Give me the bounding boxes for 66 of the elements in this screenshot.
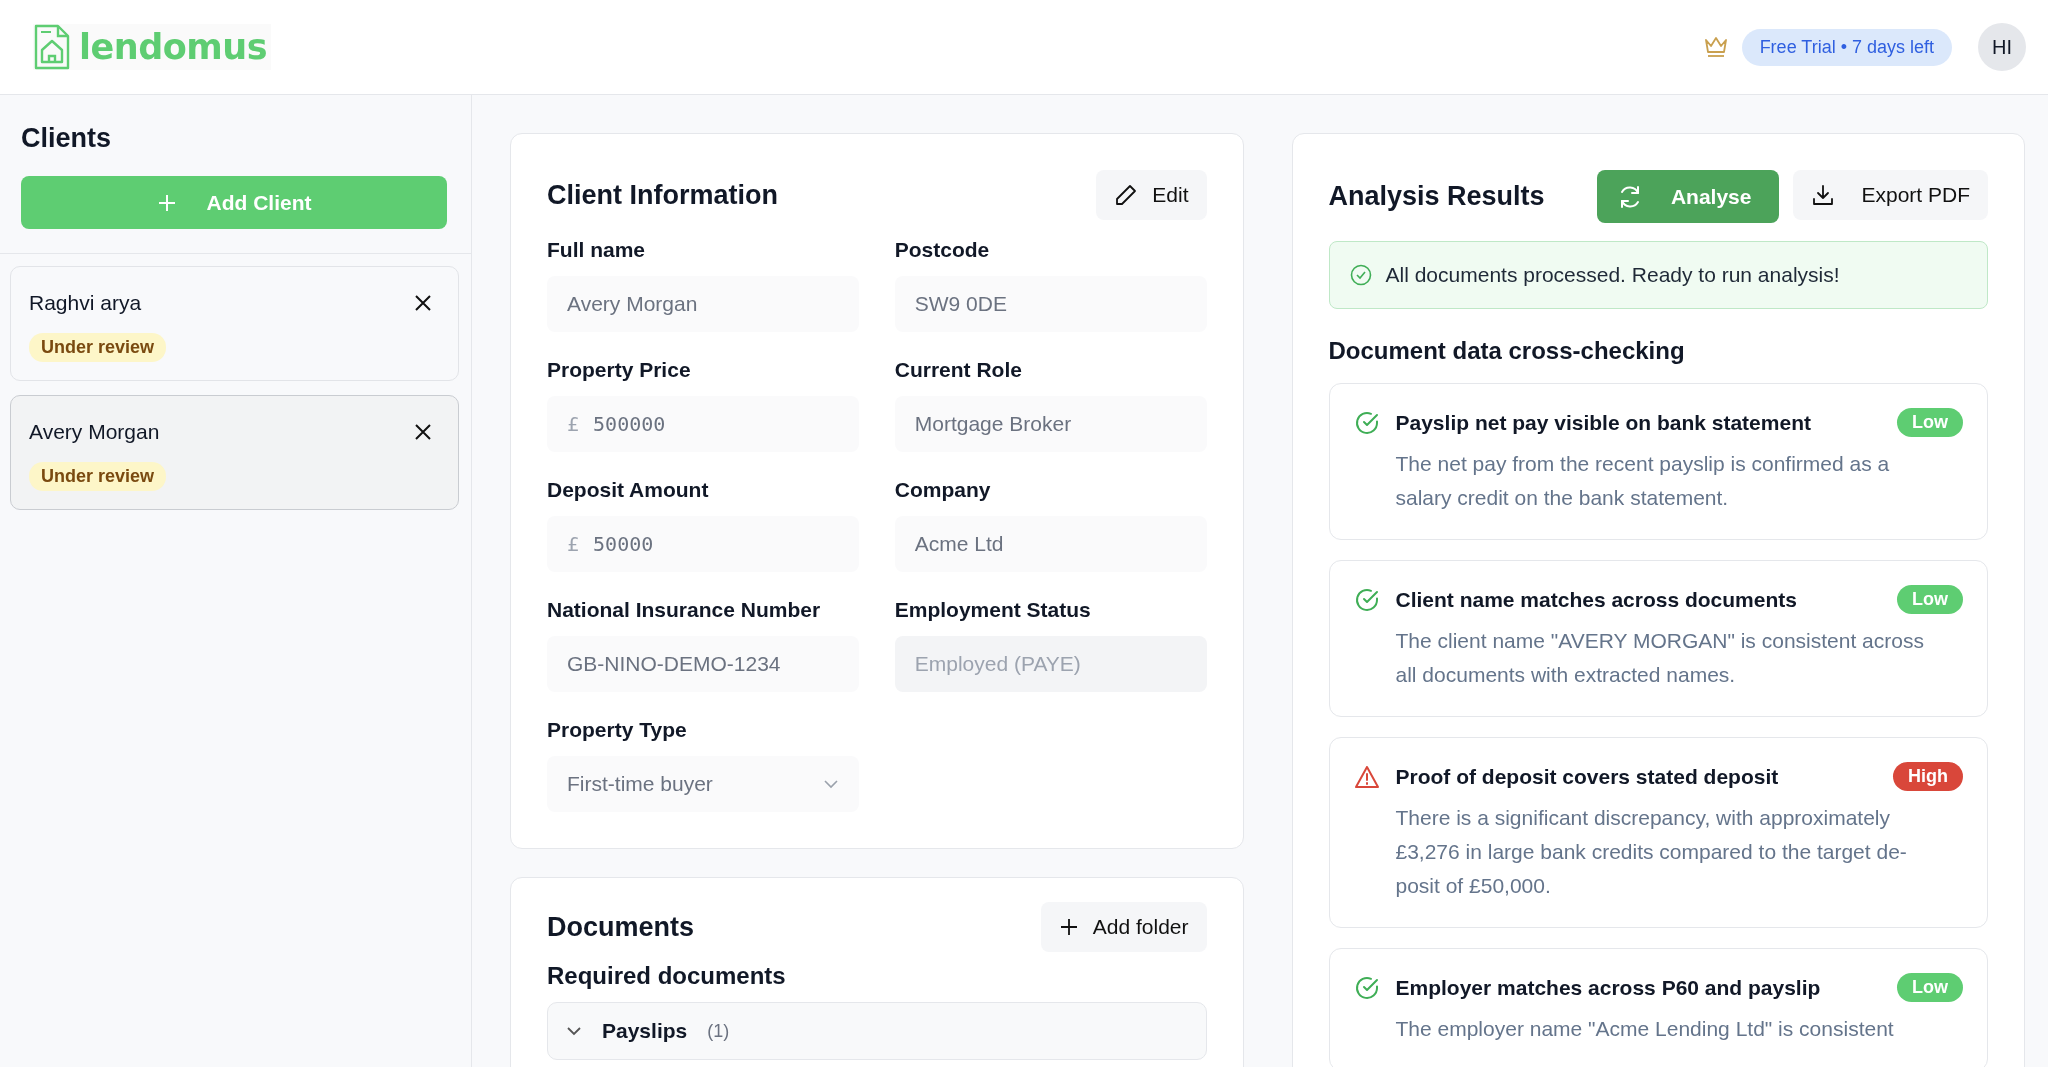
field-label: Employment Status [894,598,1092,622]
plus-icon [1058,917,1079,937]
logo-text: lendomus [79,27,267,67]
client-item[interactable]: Avery Morgan Under review [10,395,459,510]
input-field[interactable]: First-time buyer [547,756,859,812]
input-field[interactable]: £ 50000 [547,516,859,572]
trial-badge[interactable]: Free Trial • 7 days left [1741,28,1952,66]
card-title: Client Information [547,179,778,211]
close-icon[interactable] [414,294,432,312]
input-field[interactable]: Acme Ltd [894,516,1207,572]
field-label: Property Type [547,718,688,742]
document-house-icon [33,24,71,70]
status-badge: Under review [29,333,167,362]
folder-count: (1) [707,1020,730,1042]
analyse-button[interactable]: Analyse [1596,170,1780,223]
add-folder-button[interactable]: Add folder [1040,902,1207,952]
chevron-down-icon [822,779,839,789]
card-title: Documents [547,911,695,943]
plus-icon [156,192,177,213]
field-label: Company [894,478,992,502]
client-name: Raghvi arya [29,291,142,315]
input-field[interactable]: SW9 0DE [894,276,1207,332]
field-label: Current Role [894,358,1023,382]
field-label: Postcode [894,238,991,262]
check-title: Payslip net pay visible on bank statement [1395,410,1811,435]
crown-icon [1703,36,1728,58]
input-field[interactable]: Mortgage Broker [894,396,1207,452]
folder-row[interactable]: Payslips (1) [547,1002,1207,1060]
warning-icon [1353,764,1380,790]
check-description: The net pay from the recent payslip is confirmed as a salary credit on the bank statement. [1395,451,1891,511]
field-label: Full name [547,238,647,262]
check-description: There is a significant discrepancy, with approximately £3,276 in large bank credits compared to the target de-posit of £50,000. [1395,805,1908,899]
user-avatar[interactable]: HI [1978,23,2026,71]
client-name: Avery Morgan [29,420,160,444]
check-title: Proof of deposit covers stated deposit [1395,764,1779,789]
field-label: National Insurance Number [547,598,822,622]
notice-text: All documents processed. Ready to run analysis! [1385,263,1840,287]
field-label: Deposit Amount [547,478,710,502]
export-pdf-button[interactable]: Export PDF [1793,170,1988,220]
pencil-icon [1114,183,1139,207]
check-circle-icon [1353,975,1380,1001]
severity-badge: Low [1897,585,1963,614]
client-item[interactable]: Raghvi arya Under review [10,266,459,381]
input-field[interactable]: Avery Morgan [547,276,859,332]
card-title: Analysis Results [1328,181,1545,212]
check-description: The client name "AVERY MORGAN" is consistent across all documents with extracted names. [1395,628,1925,688]
severity-badge: Low [1897,408,1963,437]
check-title: Client name matches across documents [1395,587,1797,612]
field-label: Property Price [547,358,692,382]
status-badge: Under review [29,462,167,491]
edit-button[interactable]: Edit [1096,170,1207,220]
check-description: The employer name "Acme Lending Ltd" is consistent [1395,1016,1895,1042]
check-circle-icon [1353,587,1380,613]
check-circle-icon [1349,264,1372,286]
sidebar-title: Clients [21,123,113,154]
folder-name: Payslips [602,1019,688,1043]
severity-badge: High [1893,762,1963,791]
input-field[interactable]: GB-NINO-DEMO-1234 [547,636,859,692]
check-circle-icon [1353,410,1380,436]
download-icon [1811,183,1836,207]
check-title: Employer matches across P60 and payslip [1395,975,1821,1000]
severity-badge: Low [1897,973,1963,1002]
section-title: Required documents [547,962,787,990]
close-icon[interactable] [414,423,432,441]
section-title: Document data cross-checking [1328,337,1686,365]
input-field[interactable]: £ 500000 [547,396,859,452]
